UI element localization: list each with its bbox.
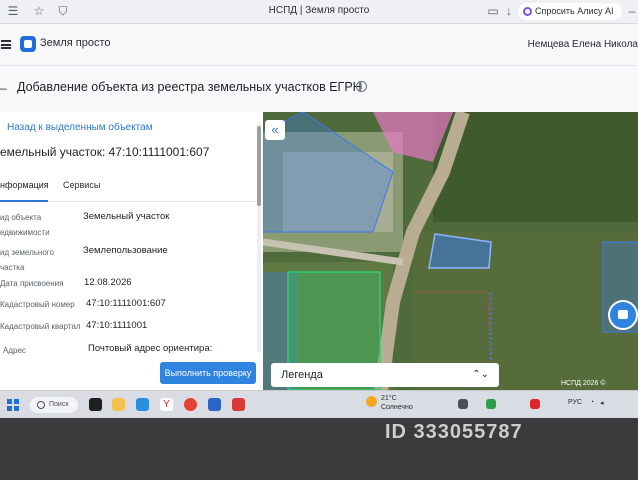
map-copyright: НСПД 2026 © [561, 380, 606, 387]
info-icon[interactable]: i [356, 81, 367, 92]
windows-start-icon[interactable] [7, 399, 19, 411]
yandex-browser-icon[interactable]: Y [160, 398, 173, 411]
row-label: ид земельного частка [0, 248, 54, 272]
minimize-icon[interactable]: – [625, 4, 638, 18]
legend-dropdown[interactable]: Легенда ⌃⌄ [271, 363, 499, 387]
row-value-parcel-type: Землепользование [83, 245, 168, 256]
browser-bar: ☰ ☆ ⛉ НСПД | Земля просто ▭ ↓ Спросить А… [0, 0, 638, 24]
panel-scrollbar-thumb[interactable] [257, 126, 261, 206]
ask-alice-label: Спросить Алису AI [535, 6, 614, 16]
row-value-object-type: Земельный участок [83, 211, 170, 222]
tray-yandex-icon[interactable] [530, 399, 540, 409]
row-value-date: 12.08.2026 [84, 277, 132, 288]
taskview-icon[interactable] [89, 398, 102, 411]
row-label: Адрес [3, 346, 26, 355]
user-name[interactable]: Немцева Елена Никола [528, 39, 638, 50]
volume-icon[interactable]: ◂ [600, 399, 604, 407]
wb-app-icon[interactable] [232, 398, 245, 411]
row-label: Дата присвоения [0, 279, 64, 288]
edge-icon[interactable] [136, 398, 149, 411]
tab-services[interactable]: Сервисы [63, 180, 100, 190]
row-label: Кадастровый номер [0, 300, 75, 309]
file-explorer-icon[interactable] [112, 398, 125, 411]
active-tab-indicator [0, 200, 48, 202]
alice-icon [523, 7, 532, 16]
row-value-cadastral-number: 47:10:1111001:607 [86, 298, 166, 309]
page-title: Добавление объекта из реестра земельных … [17, 80, 362, 94]
watermark: ID 333055787 [385, 421, 523, 443]
collapse-panel-button[interactable]: « [265, 120, 285, 140]
os-taskbar: Поиск Y 21°C Солнечно РУС ◔ ◂ [0, 390, 638, 418]
chevron-up-down-icon: ⌃⌄ [472, 369, 489, 380]
back-arrow-icon[interactable]: – [0, 81, 7, 95]
map-view[interactable]: « Легенда ⌃⌄ НСПД 2026 © [263, 112, 638, 390]
run-check-button[interactable]: Выполнить проверку [160, 362, 256, 384]
sun-icon [366, 396, 377, 407]
panel-tabs: нформация Сервисы [0, 172, 255, 202]
row-value-cadastral-quarter: 47:10:1111001 [86, 320, 148, 331]
hamburger-menu-icon[interactable] [1, 40, 11, 49]
language-indicator[interactable]: РУС [568, 399, 582, 406]
taskbar-search[interactable]: Поиск [30, 397, 78, 413]
legend-label: Легенда [281, 369, 323, 381]
wifi-icon[interactable]: ◔ [590, 399, 594, 406]
satellite-map[interactable] [263, 112, 638, 390]
tabs-icon[interactable]: ▭ [486, 4, 500, 18]
app-icon[interactable] [208, 398, 221, 411]
tray-app-icon[interactable] [486, 399, 496, 409]
app-header: Земля просто Немцева Елена Никола [0, 24, 638, 66]
row-label: ид объекта едвижимости [0, 213, 50, 237]
back-to-selected-link[interactable]: Назад к выделенным объектам [7, 122, 153, 133]
object-info-panel: Назад к выделенным объектам емельный уча… [0, 112, 263, 390]
laptop-bezel [0, 418, 638, 480]
row-label: Кадастровый квартал [0, 322, 81, 331]
chrome-icon[interactable] [184, 398, 197, 411]
tab-information[interactable]: нформация [0, 180, 49, 190]
tray-app-icon[interactable] [458, 399, 468, 409]
app-name[interactable]: Земля просто [40, 37, 110, 49]
chat-icon[interactable] [608, 300, 638, 330]
page-title-bar: – Добавление объекта из реестра земельны… [0, 66, 638, 112]
row-value-address: Почтовый адрес ориентира: [88, 343, 213, 354]
object-title: емельный участок: 47:10:1111001:607 [0, 145, 210, 159]
ask-alice-button[interactable]: Спросить Алису AI [518, 3, 622, 20]
app-logo[interactable] [20, 36, 36, 52]
download-icon[interactable]: ↓ [502, 4, 516, 18]
